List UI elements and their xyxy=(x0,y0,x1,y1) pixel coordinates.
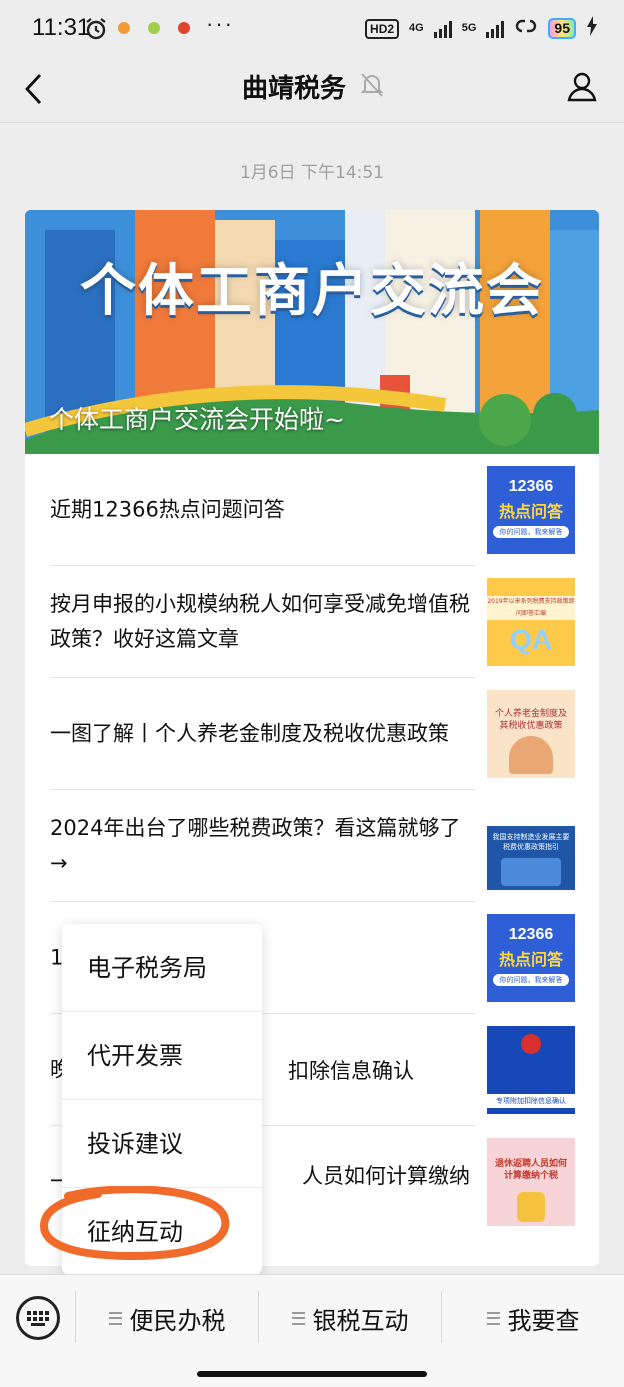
article-title: 近期12366热点问题问答 xyxy=(50,497,285,522)
menu-list-icon xyxy=(486,1311,500,1325)
mute-bell-icon xyxy=(360,72,384,102)
article-thumbnail: 个人养老金制度及其税收优惠政策 xyxy=(487,690,575,778)
thumb-text: 退休返聘人员如何计算缴纳个税 xyxy=(494,1159,567,1181)
article-thumbnail: 12366 热点问答 你的问题，我来解答 xyxy=(487,466,575,554)
menu-item-label: 电子税务局 xyxy=(87,954,207,982)
banner-title-art: 个体工商户交流会 xyxy=(80,259,544,324)
article-item[interactable]: 一图了解丨个人养老金制度及税收优惠政策 个人养老金制度及其税收优惠政策 xyxy=(50,678,575,790)
emblem-icon xyxy=(521,1034,541,1054)
signal-icon xyxy=(433,20,452,38)
account-title: 曲靖税务 xyxy=(242,74,347,104)
thumb-text: QA xyxy=(510,624,552,655)
app-notification-icon xyxy=(178,22,190,34)
article-title-tail: 人员如何计算缴纳 xyxy=(302,1164,470,1188)
menu-label: 便民办税 xyxy=(129,1306,226,1335)
keyboard-toggle-button[interactable] xyxy=(16,1296,60,1340)
status-right: HD2 4G 5G 95 xyxy=(365,16,598,41)
network-4g-label: 4G xyxy=(409,22,424,34)
article-title: 按月申报的小规模纳税人如何享受减免增值税政策？收好这篇文章 xyxy=(50,592,470,651)
link-icon xyxy=(514,16,538,41)
network-5g-label: 5G xyxy=(461,22,477,34)
article-thumbnail: 12366 热点问答 你的问题，我来解答 xyxy=(487,914,575,1002)
home-indicator[interactable] xyxy=(197,1371,427,1377)
keyboard-icon xyxy=(27,1311,49,1326)
banner-caption: 个体工商户交流会开始啦~ xyxy=(49,405,345,434)
status-bar: 11:31 ··· HD2 4G 5G 95 xyxy=(0,0,624,60)
menu-query[interactable]: 我要查 xyxy=(442,1295,624,1341)
menu-label: 银税互动 xyxy=(312,1306,409,1335)
menu-item-label: 代开发票 xyxy=(87,1042,183,1070)
sub-menu-popup: 电子税务局 代开发票 投诉建议 征纳互动 xyxy=(62,924,262,1274)
menu-convenient-tax[interactable]: 便民办税 xyxy=(76,1295,258,1341)
title-wrap: 曲靖税务 xyxy=(242,68,384,105)
article-title-tail: 扣除信息确认 xyxy=(288,1059,414,1083)
thumb-illustration xyxy=(501,858,561,886)
hd-voice-icon: HD2 xyxy=(365,18,400,39)
alarm-icon xyxy=(84,17,108,45)
back-arrow-icon[interactable] xyxy=(22,72,46,110)
thumb-text: 2019年以来系列税费支持政策即问即答汇编 xyxy=(487,596,575,620)
article-item[interactable]: 近期12366热点问题问答 12366 热点问答 你的问题，我来解答 xyxy=(50,454,575,566)
article-item[interactable]: 2024年出台了哪些税费政策？看这篇就够了→ 我国支持制造业发展主要税费优惠政策… xyxy=(50,790,575,902)
menu-list-icon xyxy=(291,1311,305,1325)
thumb-text: 12366 xyxy=(508,478,554,495)
menu-label: 我要查 xyxy=(507,1306,580,1335)
menu-item-invoice-issuing[interactable]: 代开发票 xyxy=(62,1012,262,1100)
menu-item-complaints-suggestions[interactable]: 投诉建议 xyxy=(62,1100,262,1188)
signal-icon xyxy=(486,20,505,38)
article-title: 2024年出台了哪些税费政策？看这篇就够了→ xyxy=(50,816,461,875)
thumb-illustration xyxy=(509,736,553,774)
thumb-text: 专项附加扣除信息确认 xyxy=(487,1094,575,1108)
menu-bank-tax-interaction[interactable]: 银税互动 xyxy=(259,1295,441,1341)
menu-item-label: 征纳互动 xyxy=(87,1218,183,1246)
notification-icons xyxy=(118,22,190,34)
article-item[interactable]: 按月申报的小规模纳税人如何享受减免增值税政策？收好这篇文章 2019年以来系列税… xyxy=(50,566,575,678)
article-thumbnail: 专项附加扣除信息确认 xyxy=(487,1026,575,1114)
thumb-text: 你的问题，我来解答 xyxy=(493,974,569,986)
menu-item-label: 投诉建议 xyxy=(87,1130,183,1158)
article-thumbnail: 我国支持制造业发展主要税费优惠政策指引 xyxy=(487,802,575,890)
banner-cover[interactable]: 个体工商户交流会 个体工商户交流会开始啦~ xyxy=(25,210,599,454)
menu-item-electronic-tax-bureau[interactable]: 电子税务局 xyxy=(62,924,262,1012)
profile-icon[interactable] xyxy=(566,70,598,106)
menu-list-icon xyxy=(108,1311,122,1325)
more-notifications-icon: ··· xyxy=(206,11,234,36)
thumb-text: 热点问答 xyxy=(498,950,563,969)
charging-icon xyxy=(586,16,598,41)
thumb-illustration xyxy=(517,1192,545,1222)
thumb-text: 热点问答 xyxy=(498,502,563,521)
thumb-header xyxy=(487,802,575,826)
thumb-text: 12366 xyxy=(508,926,554,943)
thumb-text: 我国支持制造业发展主要税费优惠政策指引 xyxy=(492,833,570,851)
status-time: 11:31 xyxy=(32,14,91,41)
app-notification-icon xyxy=(148,22,160,34)
article-thumbnail: 2019年以来系列税费支持政策即问即答汇编 QA xyxy=(487,578,575,666)
thumb-text: 个人养老金制度及其税收优惠政策 xyxy=(494,709,567,731)
article-thumbnail: 退休返聘人员如何计算缴纳个税 xyxy=(487,1138,575,1226)
menu-item-tax-interaction[interactable]: 征纳互动 xyxy=(62,1188,262,1276)
article-title: 一图了解丨个人养老金制度及税收优惠政策 xyxy=(50,721,449,746)
battery-indicator: 95 xyxy=(548,18,576,39)
app-notification-icon xyxy=(118,22,130,34)
thumb-text: 你的问题，我来解答 xyxy=(493,526,569,538)
message-timestamp: 1月6日 下午14:51 xyxy=(239,163,385,183)
navigation-bar: 曲靖税务 xyxy=(0,60,624,123)
